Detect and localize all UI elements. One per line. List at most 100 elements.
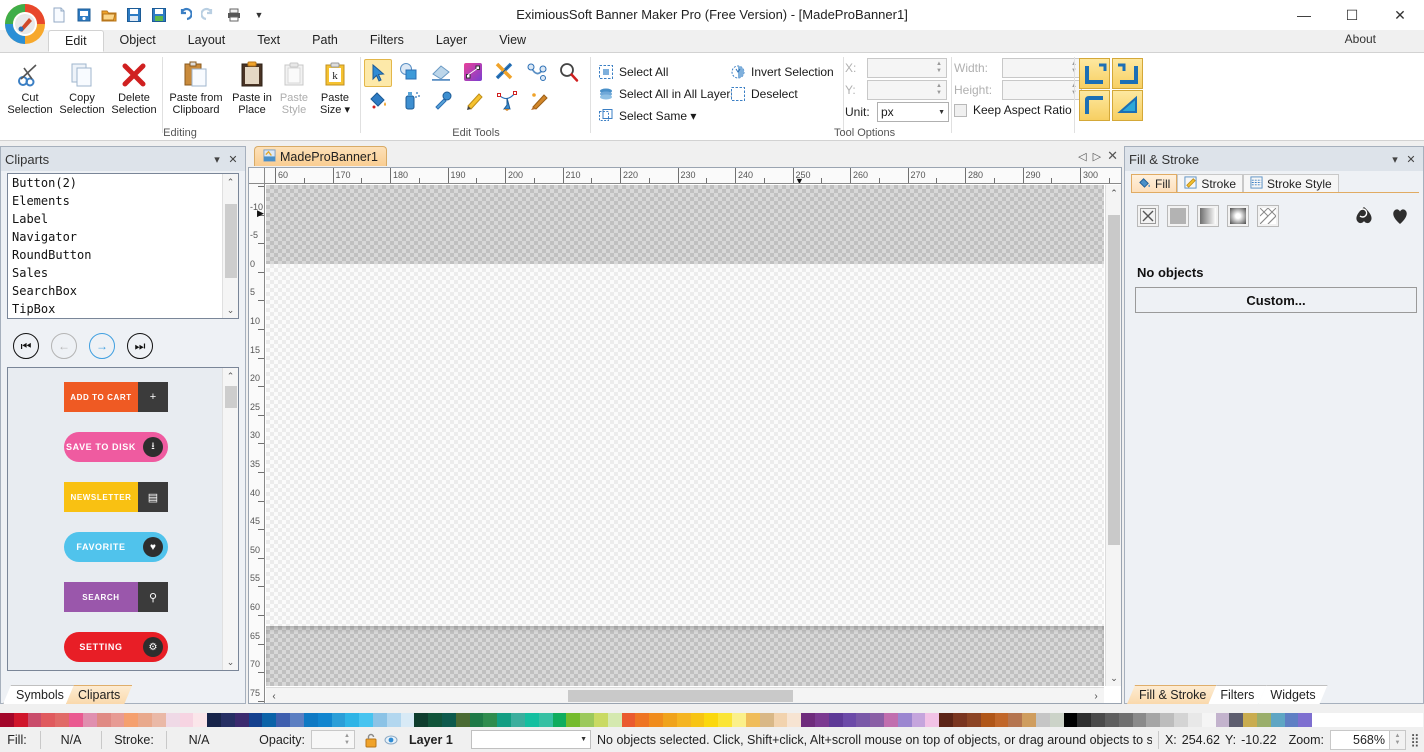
fill-stroke-collapse-icon[interactable]: ▾ (1387, 151, 1403, 167)
deselect-command[interactable]: Deselect (730, 83, 798, 105)
tab-fill[interactable]: Fill (1131, 174, 1178, 193)
palette-swatch[interactable] (980, 713, 995, 727)
zoom-spinner[interactable]: ▲ ▼ (1390, 729, 1406, 750)
palette-swatch[interactable] (1381, 713, 1396, 727)
list-item[interactable]: TipBox (8, 300, 222, 318)
customize-qat-icon[interactable]: ▼ (248, 4, 270, 26)
connector-tool[interactable] (522, 59, 552, 85)
keep-aspect-row[interactable]: Keep Aspect Ratio (954, 103, 1072, 117)
palette-swatch[interactable] (953, 713, 967, 727)
palette-swatch[interactable] (1201, 713, 1216, 727)
palette-swatch[interactable] (1063, 713, 1078, 727)
palette-swatch[interactable] (1035, 713, 1050, 727)
cliparts-close-icon[interactable]: ✕ (225, 151, 241, 167)
palette-swatch[interactable] (248, 713, 263, 727)
palette-swatch[interactable] (732, 713, 746, 727)
paste-style-button[interactable]: Paste Style (272, 56, 316, 126)
select-all-in-all-layers-command[interactable]: Select All in All Layers (598, 83, 736, 105)
palette-swatch[interactable] (1118, 713, 1133, 727)
fill-bucket-tool[interactable] (364, 87, 394, 113)
palette-swatch[interactable] (1243, 713, 1257, 727)
palette-swatch[interactable] (552, 713, 567, 727)
tab-cliparts[interactable]: Cliparts (66, 685, 132, 704)
scroll-down-arrow[interactable]: ⌄ (1106, 670, 1122, 686)
color-palette[interactable] (0, 713, 1424, 727)
palette-swatch[interactable] (69, 713, 83, 727)
save-as-icon[interactable] (148, 4, 170, 26)
palette-swatch[interactable] (759, 713, 774, 727)
palette-swatch[interactable] (179, 713, 194, 727)
canvas-vertical-scrollbar[interactable]: ⌃ ⌄ (1105, 185, 1121, 686)
palette-swatch[interactable] (82, 713, 97, 727)
palette-swatch[interactable] (884, 713, 898, 727)
palette-swatch[interactable] (1284, 713, 1299, 727)
canvas-horizontal-scrollbar[interactable]: ‹ › (266, 687, 1104, 703)
palette-swatch[interactable] (1395, 713, 1409, 727)
scroll-up-arrow[interactable]: ⌃ (1106, 185, 1122, 201)
clipart-thumbnail-area[interactable]: ADD TO CART + SAVE TO DISK ⭳ NEWSLETTER … (7, 367, 239, 671)
new-document-icon[interactable] (48, 4, 70, 26)
ribbon-tab-edit[interactable]: Edit (48, 30, 104, 52)
select-tool[interactable] (364, 59, 392, 87)
palette-swatch[interactable] (663, 713, 677, 727)
doc-close-icon[interactable]: ✕ (1107, 148, 1118, 164)
palette-swatch[interactable] (303, 713, 318, 727)
palette-swatch[interactable] (345, 713, 360, 727)
fill-linear-gradient-button[interactable] (1197, 205, 1219, 227)
clipart-category-list[interactable]: Button(2) Elements Label Navigator Round… (7, 173, 239, 319)
palette-swatch[interactable] (745, 713, 760, 727)
palette-swatch[interactable] (497, 713, 512, 727)
scroll-up-arrow[interactable]: ⌃ (223, 174, 238, 190)
canvas-document-area[interactable] (266, 264, 1104, 626)
palette-swatch[interactable] (207, 713, 221, 727)
palette-swatch[interactable] (414, 713, 429, 727)
ribbon-tab-path[interactable]: Path (296, 30, 354, 52)
palette-swatch[interactable] (138, 713, 152, 727)
document-tab[interactable]: MadeProBanner1 (254, 146, 387, 166)
palette-swatch[interactable] (856, 713, 871, 727)
gradient-tool[interactable] (458, 59, 488, 85)
palette-swatch[interactable] (801, 713, 815, 727)
palette-swatch[interactable] (1339, 713, 1354, 727)
clipart-search[interactable]: SEARCH ⚲ (64, 582, 168, 612)
palette-swatch[interactable] (372, 713, 387, 727)
about-link[interactable]: About (1345, 32, 1376, 46)
select-all-command[interactable]: Select All (598, 61, 668, 83)
measure-tool[interactable] (490, 59, 520, 85)
paste-from-clipboard-button[interactable]: Paste from Clipboard (165, 56, 227, 126)
palette-swatch[interactable] (994, 713, 1009, 727)
palette-swatch[interactable] (1022, 713, 1036, 727)
palette-swatch[interactable] (1077, 713, 1092, 727)
palette-swatch[interactable] (1132, 713, 1147, 727)
clipart-save-to-disk[interactable]: SAVE TO DISK ⭳ (64, 432, 168, 462)
fill-stroke-close-icon[interactable]: ✕ (1403, 151, 1419, 167)
cut-selection-button[interactable]: Cut Selection (4, 56, 56, 126)
scroll-thumb[interactable] (1108, 215, 1120, 545)
palette-swatch[interactable] (635, 713, 650, 727)
tab-stroke-style[interactable]: Stroke Style (1243, 174, 1339, 193)
scroll-right-arrow[interactable]: › (1088, 688, 1104, 704)
palette-swatch[interactable] (13, 713, 28, 727)
paintbrush-tool[interactable] (524, 87, 554, 113)
scroll-down-arrow[interactable]: ⌄ (223, 654, 238, 670)
palette-swatch[interactable] (359, 713, 373, 727)
palette-swatch[interactable] (483, 713, 498, 727)
ribbon-tab-layer[interactable]: Layer (420, 30, 483, 52)
list-item[interactable]: Sales (8, 264, 222, 282)
tab-stroke[interactable]: Stroke (1177, 174, 1244, 193)
maximize-button[interactable]: ☐ (1328, 0, 1376, 30)
palette-swatch[interactable] (55, 713, 70, 727)
palette-swatch[interactable] (442, 713, 456, 727)
ruler-corner[interactable] (249, 168, 265, 184)
resize-grip-icon[interactable]: ⣿ (1406, 732, 1424, 747)
zoom-value[interactable]: 568% (1330, 729, 1390, 750)
palette-swatch[interactable] (773, 713, 788, 727)
palette-swatch[interactable] (1326, 713, 1340, 727)
paste-in-place-button[interactable]: Paste in Place (228, 56, 276, 126)
palette-swatch[interactable] (511, 713, 525, 727)
palette-swatch[interactable] (814, 713, 829, 727)
fill-radial-gradient-button[interactable] (1227, 205, 1249, 227)
x-input[interactable]: ▲ ▼ (867, 58, 947, 78)
cliparts-collapse-icon[interactable]: ▾ (209, 151, 225, 167)
y-spinner[interactable]: ▲ ▼ (932, 81, 946, 99)
